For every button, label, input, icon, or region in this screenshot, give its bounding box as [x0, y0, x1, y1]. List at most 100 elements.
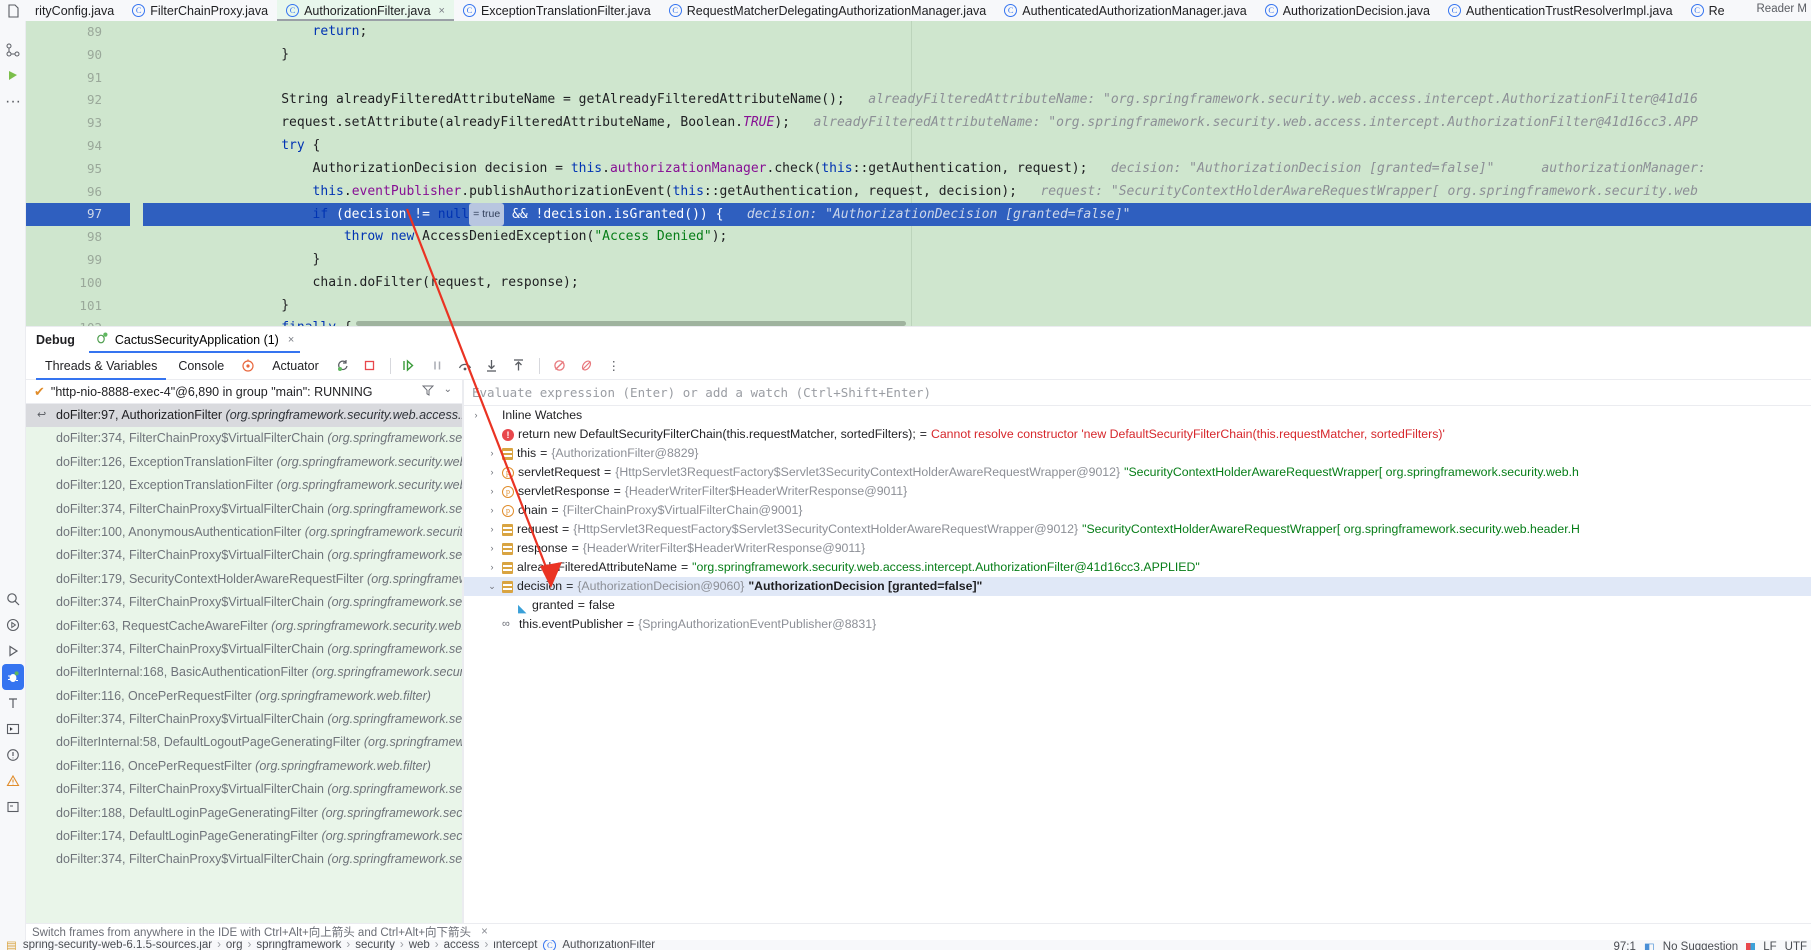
code-line[interactable]: 100 chain.doFilter(request, response); — [26, 272, 1811, 295]
search-icon[interactable] — [0, 586, 26, 612]
structure-icon[interactable] — [0, 37, 26, 63]
variable-row[interactable]: › alreadyFilteredAttributeName = "org.sprin… — [464, 558, 1811, 577]
chevron-down-icon[interactable]: ⌄ — [486, 577, 498, 596]
tab-threads-and-variables[interactable]: Threads & Variables — [36, 352, 167, 380]
mute-breakpoints-icon[interactable] — [548, 354, 572, 378]
frame-row[interactable]: doFilter:116, OncePerRequestFilter (org.… — [26, 685, 462, 708]
frame-row[interactable]: doFilter:374, FilterChainProxy$VirtualFi… — [26, 544, 462, 567]
frame-row[interactable]: doFilter:63, RequestCacheAwareFilter (or… — [26, 615, 462, 638]
pause-icon[interactable] — [426, 354, 450, 378]
chevron-right-icon[interactable]: › — [486, 501, 498, 520]
run-anything-icon[interactable] — [0, 612, 26, 638]
problems-icon[interactable] — [0, 742, 26, 768]
code-line[interactable]: 95 AuthorizationDecision decision = this… — [26, 158, 1811, 181]
breadcrumb-item[interactable]: access — [444, 940, 480, 950]
frame-row[interactable]: doFilter:374, FilterChainProxy$VirtualFi… — [26, 708, 462, 731]
build-icon[interactable] — [0, 794, 26, 820]
frame-row[interactable]: doFilter:374, FilterChainProxy$VirtualFi… — [26, 427, 462, 450]
variable-row[interactable]: › request = {HttpServlet3RequestFactory$Ser… — [464, 520, 1811, 539]
actuator-icon[interactable] — [236, 354, 260, 378]
frame-row[interactable]: ↩ doFilter:97, AuthorizationFilter (org.s… — [26, 404, 462, 428]
code-line-current[interactable]: 97 if (decision != null = true && !decisi… — [26, 203, 1811, 227]
frame-row[interactable]: doFilter:179, SecurityContextHolderAware… — [26, 568, 462, 591]
editor-tab[interactable]: rityConfig.java — [26, 0, 123, 21]
stop-icon[interactable] — [358, 354, 382, 378]
chevron-right-icon[interactable]: › — [470, 406, 482, 425]
run-configuration-tab[interactable]: CactusSecurityApplication (1) × — [88, 327, 301, 353]
variables-tree[interactable]: › Inline Watches! return new DefaultSecuri… — [464, 406, 1811, 634]
editor-tab[interactable]: C Re — [1682, 0, 1734, 21]
tab-console[interactable]: Console — [169, 352, 233, 380]
breadcrumb-class-label[interactable]: AuthorizationFilter — [562, 940, 655, 950]
code-lines[interactable]: 89 return; 90 } 91 92 String alreadyFiltere… — [26, 21, 1811, 326]
chevron-right-icon[interactable]: › — [486, 520, 498, 539]
editor-tab[interactable]: C ExceptionTranslationFilter.java — [454, 0, 660, 21]
variable-row[interactable]: › p servletRequest = {HttpServlet3RequestFac… — [464, 463, 1811, 482]
code-line[interactable]: 94 try { — [26, 135, 1811, 158]
breadcrumb-item[interactable]: spring-security-web-6.1.5-sources.jar — [23, 940, 212, 950]
code-line[interactable]: 92 String alreadyFilteredAttributeName =… — [26, 89, 1811, 112]
breadcrumb-item[interactable]: intercept — [493, 940, 537, 950]
reader-mode-label[interactable]: Reader M — [1757, 3, 1808, 15]
variable-row[interactable]: › p chain = {FilterChainProxy$VirtualFilterC… — [464, 501, 1811, 520]
variable-row[interactable]: ! return new DefaultSecurityFilterChain(t… — [464, 425, 1811, 444]
frame-row[interactable]: doFilter:116, OncePerRequestFilter (org.… — [26, 755, 462, 778]
more-icon[interactable]: ··· — [0, 89, 26, 115]
filter-icon[interactable] — [421, 384, 434, 399]
frame-row[interactable]: doFilter:374, FilterChainProxy$VirtualFi… — [26, 591, 462, 614]
rerun-icon[interactable] — [331, 354, 355, 378]
step-over-icon[interactable] — [453, 354, 477, 378]
tab-actuator[interactable]: Actuator — [263, 352, 328, 380]
more-options-icon[interactable]: ⋮ — [602, 354, 626, 378]
frame-row[interactable]: doFilterInternal:58, DefaultLogoutPageGe… — [26, 731, 462, 754]
variable-row[interactable]: › p servletResponse = {HeaderWriterFilter$He… — [464, 482, 1811, 501]
close-icon[interactable]: × — [288, 334, 294, 346]
chevron-right-icon[interactable]: › — [486, 539, 498, 558]
code-line[interactable]: 89 return; — [26, 21, 1811, 44]
frame-row[interactable]: doFilter:188, DefaultLoginPageGenerating… — [26, 802, 462, 825]
frame-row[interactable]: doFilter:100, AnonymousAuthenticationFil… — [26, 521, 462, 544]
line-separator[interactable]: LF — [1763, 941, 1776, 950]
todo-icon[interactable] — [0, 690, 26, 716]
step-out-icon[interactable] — [507, 354, 531, 378]
frame-row[interactable]: doFilter:126, ExceptionTranslationFilter… — [26, 451, 462, 474]
frame-row[interactable]: doFilter:374, FilterChainProxy$VirtualFi… — [26, 638, 462, 661]
editor-tab[interactable]: C AuthenticationTrustResolverImpl.java — [1439, 0, 1682, 21]
debug-icon[interactable] — [2, 664, 24, 690]
caret-position[interactable]: 97:1 — [1614, 941, 1636, 950]
code-line[interactable]: 96 this.eventPublisher.publishAuthorizat… — [26, 181, 1811, 204]
code-editor[interactable]: 89 return; 90 } 91 92 String alreadyFiltere… — [26, 21, 1811, 326]
breadcrumb-item[interactable]: security — [355, 940, 395, 950]
variable-row[interactable]: ◣ granted = false — [464, 596, 1811, 615]
chevron-down-icon[interactable]: ⌄ — [444, 384, 452, 399]
chevron-right-icon[interactable]: › — [486, 463, 498, 482]
frame-row[interactable]: doFilter:174, DefaultLoginPageGenerating… — [26, 825, 462, 848]
chevron-right-icon[interactable]: › — [486, 482, 498, 501]
variable-row[interactable]: › Inline Watches — [464, 406, 1811, 425]
variable-row[interactable]: ⌄ decision = {AuthorizationDecision@9060} "A… — [464, 577, 1811, 596]
variable-row[interactable]: ∞ this.eventPublisher = {SpringAuthorizatio… — [464, 615, 1811, 634]
code-line[interactable]: 99 } — [26, 249, 1811, 272]
code-line[interactable]: 102 finally { — [26, 317, 1811, 326]
bookmarks-icon[interactable] — [0, 63, 26, 89]
code-line[interactable]: 101 } — [26, 295, 1811, 318]
breadcrumb[interactable]: spring-security-web-6.1.5-sources.jar › or… — [23, 940, 538, 950]
evaluate-expression-input[interactable]: Evaluate expression (Enter) or add a wat… — [464, 380, 1811, 406]
frame-row[interactable]: doFilterInternal:168, BasicAuthenticatio… — [26, 661, 462, 684]
variable-row[interactable]: › response = {HeaderWriterFilter$HeaderWrit… — [464, 539, 1811, 558]
code-line[interactable]: 90 } — [26, 44, 1811, 67]
code-line[interactable]: 91 — [26, 67, 1811, 90]
notifications-icon[interactable] — [0, 768, 26, 794]
step-into-icon[interactable] — [480, 354, 504, 378]
frame-row[interactable]: doFilter:374, FilterChainProxy$VirtualFi… — [26, 498, 462, 521]
variable-row[interactable]: › this = {AuthorizationFilter@8829} — [464, 444, 1811, 463]
editor-tab[interactable]: C RequestMatcherDelegatingAuthorizationMa… — [660, 0, 996, 21]
frames-list[interactable]: ↩ doFilter:97, AuthorizationFilter (org.s… — [26, 404, 462, 923]
frame-row[interactable]: doFilter:374, FilterChainProxy$VirtualFi… — [26, 778, 462, 801]
thread-selector[interactable]: ✔ "http-nio-8888-exec-4"@6,890 in group … — [26, 380, 462, 404]
code-line[interactable]: 93 request.setAttribute(alreadyFilteredA… — [26, 112, 1811, 135]
chevron-right-icon[interactable]: › — [486, 558, 498, 577]
breadcrumb-item[interactable]: springframework — [256, 940, 341, 950]
code-line[interactable]: 98 throw new AccessDeniedException("Acce… — [26, 226, 1811, 249]
view-breakpoints-icon[interactable] — [575, 354, 599, 378]
